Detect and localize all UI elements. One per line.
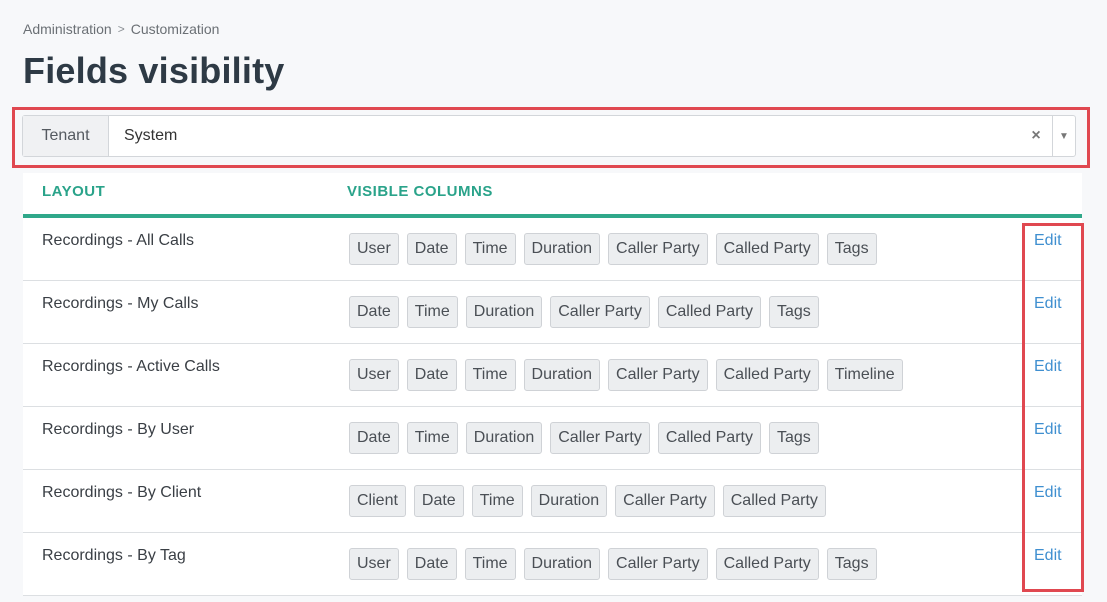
- table-row: Recordings - My Calls Date Time Duration Cal…: [23, 281, 1082, 344]
- column-chip: Time: [471, 485, 523, 517]
- column-chip: Time: [464, 233, 516, 265]
- column-chip: Date: [406, 233, 457, 265]
- column-chip: Time: [464, 548, 516, 580]
- table-header: LAYOUT VISIBLE COLUMNS: [23, 173, 1082, 218]
- layout-name: Recordings - Active Calls: [42, 358, 220, 375]
- column-chip: Called Party: [715, 233, 819, 265]
- page-title: Fields visibility: [23, 50, 285, 91]
- column-chip: Called Party: [657, 296, 761, 328]
- visible-columns-list: Client Date Time Duration Caller Party Called…: [349, 485, 826, 517]
- column-chip: Tags: [826, 233, 877, 265]
- column-chip: Tags: [768, 422, 819, 454]
- tenant-select-value[interactable]: System: [109, 116, 1020, 156]
- table-row: Recordings - All Calls User Date Time Durati…: [23, 218, 1082, 281]
- edit-link[interactable]: Edit: [1034, 547, 1062, 565]
- column-chip: Duration: [465, 296, 543, 328]
- column-chip: Date: [349, 422, 399, 454]
- breadcrumb-administration[interactable]: Administration: [23, 21, 112, 37]
- layout-name: Recordings - All Calls: [42, 232, 195, 249]
- column-chip: Time: [406, 296, 458, 328]
- table-body: Recordings - All Calls User Date Time Durati…: [23, 218, 1082, 596]
- table-row: Recordings - By Tag User Date Time Duration C…: [23, 533, 1082, 596]
- edit-link[interactable]: Edit: [1034, 232, 1062, 250]
- column-chip: Called Party: [722, 485, 826, 517]
- column-chip: User: [349, 548, 399, 580]
- tenant-selector[interactable]: Tenant System × ▼: [22, 115, 1076, 157]
- column-chip: Timeline: [826, 359, 903, 391]
- column-chip: Client: [349, 485, 406, 517]
- edit-link[interactable]: Edit: [1034, 484, 1062, 502]
- column-chip: Called Party: [715, 548, 819, 580]
- column-chip: Date: [413, 485, 464, 517]
- layout-name: Recordings - By User: [42, 421, 195, 438]
- column-header-visible-columns: VISIBLE COLUMNS: [347, 183, 493, 200]
- column-chip: Caller Party: [615, 485, 715, 517]
- column-chip: Duration: [530, 485, 608, 517]
- column-header-layout: LAYOUT: [42, 183, 106, 200]
- column-chip: Duration: [465, 422, 543, 454]
- visible-columns-list: Date Time Duration Caller Party Called Party…: [349, 296, 819, 328]
- breadcrumb-separator: >: [117, 22, 125, 36]
- layout-name: Recordings - By Client: [42, 484, 202, 501]
- breadcrumb: Administration > Customization: [23, 21, 219, 37]
- visible-columns-list: Date Time Duration Caller Party Called Party…: [349, 422, 819, 454]
- column-chip: Duration: [523, 359, 601, 391]
- column-chip: Time: [406, 422, 458, 454]
- column-chip: Called Party: [715, 359, 819, 391]
- column-chip: Caller Party: [550, 296, 650, 328]
- fields-visibility-table: LAYOUT VISIBLE COLUMNS Recordings - All …: [23, 173, 1082, 596]
- column-chip: Caller Party: [608, 359, 708, 391]
- column-chip: User: [349, 233, 399, 265]
- column-chip: Time: [464, 359, 516, 391]
- column-chip: Called Party: [657, 422, 761, 454]
- clear-icon[interactable]: ×: [1020, 116, 1052, 156]
- visible-columns-list: User Date Time Duration Caller Party Called P…: [349, 548, 877, 580]
- visible-columns-list: User Date Time Duration Caller Party Called P…: [349, 359, 903, 391]
- column-chip: Date: [406, 548, 457, 580]
- column-chip: Duration: [523, 548, 601, 580]
- table-row: Recordings - Active Calls User Date Time Dur…: [23, 344, 1082, 407]
- table-row: Recordings - By User Date Time Duration Call…: [23, 407, 1082, 470]
- column-chip: Caller Party: [608, 233, 708, 265]
- column-chip: Caller Party: [550, 422, 650, 454]
- visible-columns-list: User Date Time Duration Caller Party Called P…: [349, 233, 877, 265]
- column-chip: Tags: [768, 296, 819, 328]
- column-chip: Caller Party: [608, 548, 708, 580]
- column-chip: User: [349, 359, 399, 391]
- breadcrumb-customization: Customization: [130, 21, 220, 37]
- chevron-down-icon[interactable]: ▼: [1052, 116, 1075, 156]
- edit-link[interactable]: Edit: [1034, 295, 1062, 313]
- column-chip: Tags: [826, 548, 877, 580]
- column-chip: Duration: [523, 233, 601, 265]
- edit-link[interactable]: Edit: [1034, 421, 1062, 439]
- edit-link[interactable]: Edit: [1034, 358, 1062, 376]
- column-chip: Date: [406, 359, 457, 391]
- tenant-label: Tenant: [23, 116, 109, 156]
- layout-name: Recordings - My Calls: [42, 295, 199, 312]
- layout-name: Recordings - By Tag: [42, 547, 186, 564]
- table-row: Recordings - By Client Client Date Time Dura…: [23, 470, 1082, 533]
- column-chip: Date: [349, 296, 399, 328]
